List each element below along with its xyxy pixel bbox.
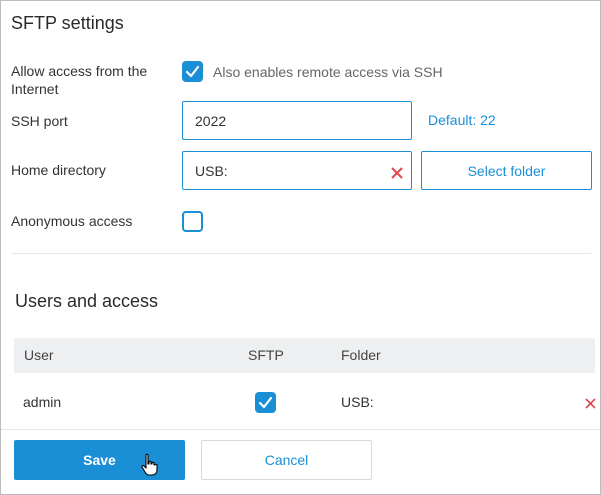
allow-internet-hint: Also enables remote access via SSH <box>213 64 443 80</box>
column-user: User <box>24 347 54 363</box>
allow-internet-checkbox[interactable] <box>182 61 203 82</box>
delete-user-icon[interactable] <box>585 396 596 409</box>
select-folder-button[interactable]: Select folder <box>421 151 592 190</box>
row-folder: USB: <box>341 394 374 410</box>
row-user: admin <box>23 394 62 410</box>
allow-internet-label: Allow access from the Internet <box>11 63 148 97</box>
hand-cursor-icon <box>141 453 159 477</box>
clear-icon[interactable] <box>391 166 403 179</box>
column-sftp: SFTP <box>248 347 284 363</box>
users-table-header: User SFTP Folder <box>14 338 595 373</box>
check-icon <box>258 396 273 409</box>
home-directory-input[interactable]: USB: <box>182 151 412 190</box>
table-row: admin USB: <box>14 373 600 429</box>
page-title: SFTP settings <box>11 13 124 33</box>
footer-divider <box>1 429 600 430</box>
ssh-port-default: Default: 22 <box>428 112 496 128</box>
column-folder: Folder <box>341 347 381 363</box>
anonymous-access-label: Anonymous access <box>11 213 133 229</box>
check-icon <box>185 65 200 78</box>
users-section-title: Users and access <box>15 291 159 311</box>
row-sftp-checkbox[interactable] <box>255 392 276 413</box>
sftp-settings-panel: SFTP settings Allow access from the Inte… <box>0 0 601 495</box>
save-button[interactable]: Save <box>14 440 185 480</box>
home-directory-label: Home directory <box>11 162 106 178</box>
ssh-port-input[interactable]: 2022 <box>182 101 412 140</box>
anonymous-access-checkbox[interactable] <box>182 211 203 232</box>
ssh-port-value: 2022 <box>195 112 227 129</box>
section-divider <box>11 253 591 254</box>
ssh-port-label: SSH port <box>11 113 68 129</box>
home-directory-value: USB: <box>195 162 228 179</box>
cancel-button[interactable]: Cancel <box>201 440 372 480</box>
